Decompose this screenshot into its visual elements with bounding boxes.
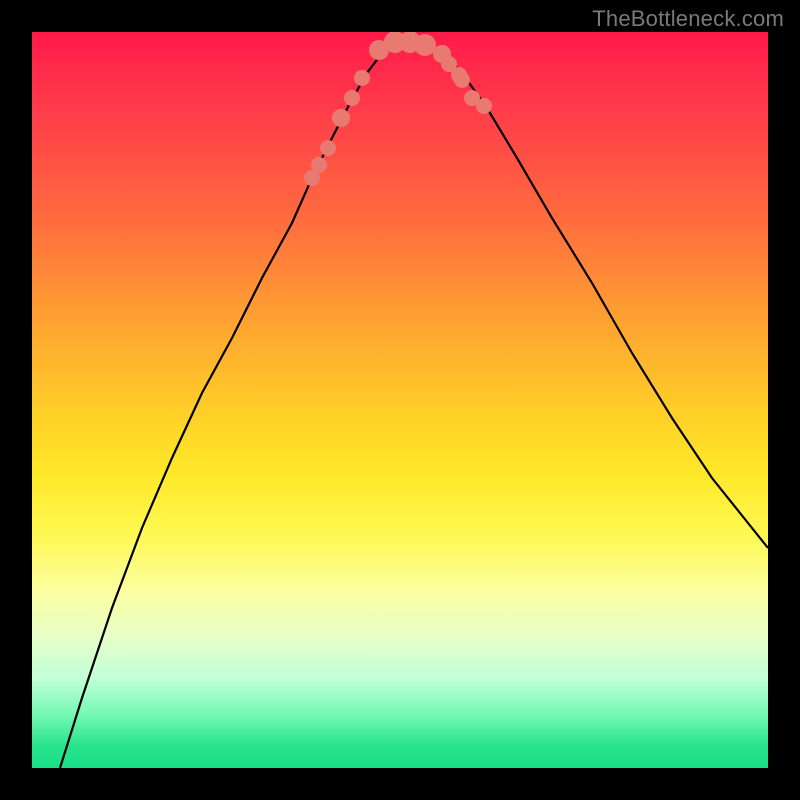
highlight-point xyxy=(354,70,370,86)
highlight-point xyxy=(320,140,336,156)
highlight-point xyxy=(476,98,492,114)
chart-frame: TheBottleneck.com xyxy=(0,0,800,800)
highlight-point xyxy=(332,109,350,127)
chart-plot-area xyxy=(32,32,768,768)
bottleneck-curve xyxy=(60,40,768,768)
highlight-point xyxy=(344,90,360,106)
highlight-point xyxy=(414,34,436,56)
highlight-point xyxy=(454,72,470,88)
highlight-point xyxy=(311,157,327,173)
chart-overlay xyxy=(32,32,768,768)
watermark-text: TheBottleneck.com xyxy=(592,6,784,32)
highlight-points xyxy=(304,32,492,186)
